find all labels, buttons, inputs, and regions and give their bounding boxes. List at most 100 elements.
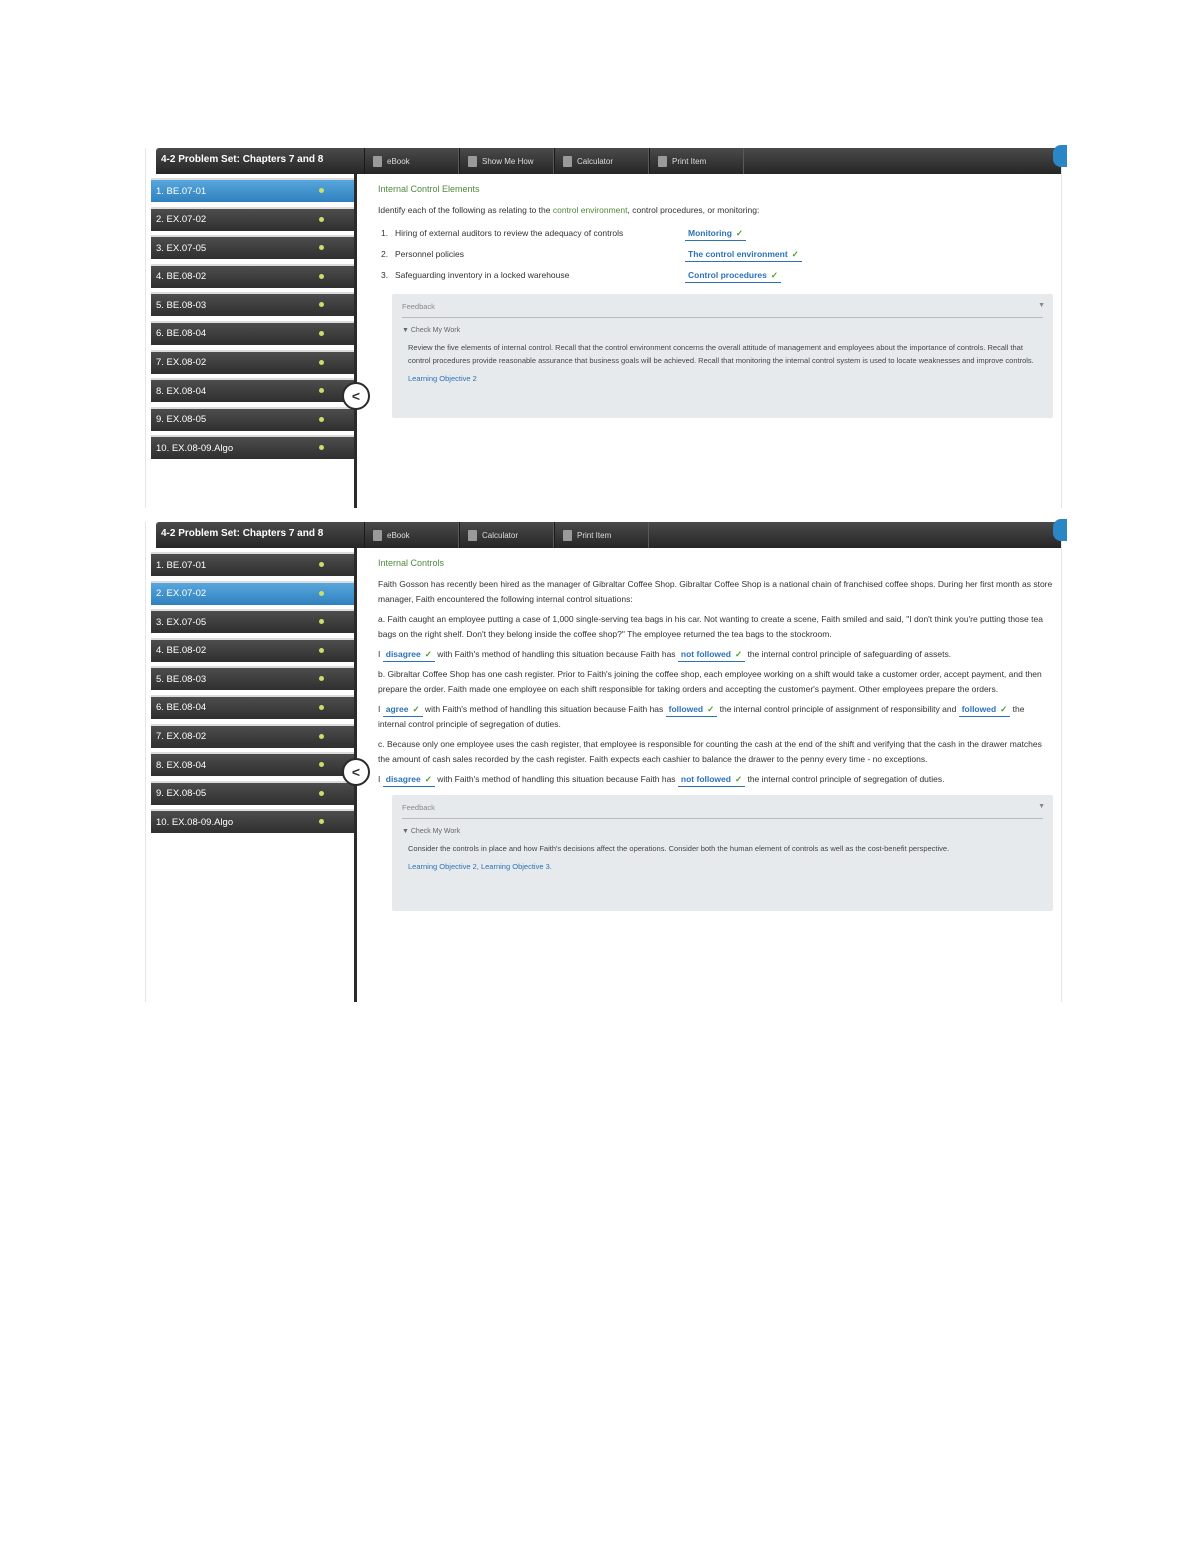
checkmark-icon: ✓ bbox=[791, 248, 799, 259]
checkmark-icon: ✓ bbox=[734, 649, 743, 659]
status-dot-icon bbox=[319, 388, 324, 394]
status-dot-icon bbox=[319, 562, 324, 567]
question-list-item[interactable]: 10. EX.08-09.Algo bbox=[151, 809, 356, 834]
question-label: 5. BE.08-03 bbox=[156, 299, 207, 311]
print-item-button[interactable]: Print Item bbox=[554, 522, 649, 548]
question-label: 4. BE.08-02 bbox=[156, 271, 207, 283]
question-label: 7. EX.08-02 bbox=[156, 731, 207, 743]
situation-a-answer: I disagree ✓ with Faith's method of handl… bbox=[378, 647, 1053, 662]
question-content: Internal Control Elements Identify each … bbox=[378, 182, 1053, 418]
agree-dropdown[interactable]: disagree ✓ bbox=[382, 648, 435, 662]
question-list-item[interactable]: 6. BE.08-04 bbox=[151, 694, 356, 719]
question-list-item[interactable]: 8. EX.08-04 bbox=[151, 378, 356, 403]
question-label: 10. EX.08-09.Algo bbox=[156, 442, 234, 454]
question-label: 6. BE.08-04 bbox=[156, 328, 207, 340]
question-list-item[interactable]: 4. BE.08-02 bbox=[151, 637, 356, 662]
question-list-item[interactable]: 3. EX.07-05 bbox=[151, 609, 356, 634]
checkmark-icon: ✓ bbox=[424, 774, 432, 784]
status-dot-icon bbox=[319, 790, 324, 796]
answer-dropdown[interactable]: The control environment ✓ bbox=[685, 248, 802, 262]
chevron-left-icon: < bbox=[351, 764, 361, 780]
question-list-item[interactable]: 10. EX.08-09.Algo bbox=[151, 435, 356, 460]
checkmark-icon: ✓ bbox=[1000, 704, 1008, 714]
situation-b-answer: I agree ✓ with Faith's method of handling… bbox=[378, 703, 1025, 729]
collapse-sidebar-button[interactable]: < bbox=[342, 758, 370, 786]
followed-dropdown[interactable]: followed ✓ bbox=[958, 703, 1011, 717]
learning-objective-link[interactable]: Learning Objective 2 bbox=[408, 372, 1043, 385]
help-icon[interactable] bbox=[1053, 145, 1067, 167]
question-label: 4. BE.08-02 bbox=[156, 645, 207, 657]
checkmark-icon: ✓ bbox=[734, 774, 743, 784]
agree-dropdown[interactable]: agree ✓ bbox=[382, 703, 423, 717]
question-list: 1. BE.07-01 2. EX.07-02 3. EX.07-05 4. BE.0… bbox=[151, 552, 356, 838]
ebook-button[interactable]: eBook bbox=[364, 148, 459, 174]
collapse-arrow-icon[interactable]: ▼ bbox=[1038, 299, 1045, 312]
question-list-item[interactable]: 1. BE.07-01 bbox=[151, 178, 356, 202]
problem-set-title: 4-2 Problem Set: Chapters 7 and 8 bbox=[161, 154, 324, 165]
question-list-item[interactable]: 3. EX.07-05 bbox=[151, 235, 356, 260]
collapse-arrow-icon[interactable]: ▼ bbox=[1038, 800, 1045, 813]
question-list-item[interactable]: 2. EX.07-02 bbox=[151, 206, 356, 231]
followed-dropdown[interactable]: followed ✓ bbox=[665, 703, 718, 717]
question-list-item[interactable]: 7. EX.08-02 bbox=[151, 349, 356, 374]
question-row: 2. Personnel policies The control enviro… bbox=[378, 244, 1053, 265]
followed-dropdown[interactable]: not followed ✓ bbox=[677, 773, 746, 787]
followed-dropdown[interactable]: not followed ✓ bbox=[677, 648, 746, 662]
book-icon bbox=[373, 529, 382, 541]
question-list-item[interactable]: 7. EX.08-02 bbox=[151, 723, 356, 748]
screenshot-question-2: 4-2 Problem Set: Chapters 7 and 8 eBook … bbox=[145, 519, 1067, 1002]
feedback-title: Feedback bbox=[402, 302, 435, 311]
answer-dropdown[interactable]: Control procedures ✓ bbox=[685, 269, 781, 283]
question-label: 8. EX.08-04 bbox=[156, 759, 207, 771]
question-label: 9. EX.08-05 bbox=[156, 788, 207, 800]
ebook-button[interactable]: eBook bbox=[364, 522, 459, 548]
help-icon[interactable] bbox=[1053, 519, 1067, 541]
question-list-item[interactable]: 9. EX.08-05 bbox=[151, 780, 356, 805]
answer-dropdown[interactable]: Monitoring ✓ bbox=[685, 227, 747, 241]
tool-list: eBook Show Me How Calculator Print Item bbox=[364, 148, 744, 174]
section-title: Internal Controls bbox=[378, 558, 445, 568]
screenshot-question-1: 4-2 Problem Set: Chapters 7 and 8 eBook … bbox=[145, 145, 1067, 508]
situation-a-text: a. Faith caught an employee putting a ca… bbox=[378, 614, 1043, 639]
status-dot-icon bbox=[319, 273, 324, 279]
calculator-button[interactable]: Calculator bbox=[554, 148, 649, 174]
feedback-panel: Feedback ▼ ▼ Check My Work Consider the … bbox=[392, 795, 1053, 911]
status-dot-icon bbox=[319, 762, 324, 768]
question-label: 3. EX.07-05 bbox=[156, 616, 207, 628]
status-dot-icon bbox=[319, 590, 324, 596]
agree-dropdown[interactable]: disagree ✓ bbox=[382, 773, 435, 787]
question-label: 1. BE.07-01 bbox=[156, 559, 207, 571]
top-toolbar: 4-2 Problem Set: Chapters 7 and 8 eBook … bbox=[156, 519, 1067, 548]
question-content: Internal Controls Faith Gosson has recen… bbox=[378, 556, 1053, 911]
question-label: 8. EX.08-04 bbox=[156, 385, 207, 397]
learning-objective-link[interactable]: Learning Objective 2, Learning Objective… bbox=[408, 860, 1043, 873]
show-me-how-button[interactable]: Show Me How bbox=[459, 148, 554, 174]
question-list-item[interactable]: 2. EX.07-02 bbox=[151, 580, 356, 605]
question-list-item[interactable]: 4. BE.08-02 bbox=[151, 263, 356, 288]
situation-b-text: b. Gibraltar Coffee Shop has one cash re… bbox=[378, 669, 1042, 694]
status-dot-icon bbox=[319, 416, 324, 422]
feedback-divider bbox=[402, 317, 1043, 318]
print-icon bbox=[658, 155, 667, 167]
question-list-item[interactable]: 6. BE.08-04 bbox=[151, 320, 356, 345]
check-my-work-label[interactable]: ▼ Check My Work bbox=[402, 825, 1043, 838]
question-list-item[interactable]: 9. EX.08-05 bbox=[151, 406, 356, 431]
feedback-body: Consider the controls in place and how F… bbox=[408, 844, 950, 853]
status-dot-icon bbox=[319, 647, 324, 653]
status-dot-icon bbox=[319, 819, 324, 825]
feedback-panel: Feedback ▼ ▼ Check My Work Review the fi… bbox=[392, 294, 1053, 418]
question-list-item[interactable]: 5. BE.08-03 bbox=[151, 666, 356, 691]
question-label: 6. BE.08-04 bbox=[156, 702, 207, 714]
situation-c-answer: I disagree ✓ with Faith's method of handl… bbox=[378, 772, 1053, 787]
print-item-button[interactable]: Print Item bbox=[649, 148, 744, 174]
question-list-item[interactable]: 1. BE.07-01 bbox=[151, 552, 356, 576]
sidebar-divider bbox=[354, 174, 357, 508]
collapse-sidebar-button[interactable]: < bbox=[342, 382, 370, 410]
check-my-work-label[interactable]: ▼ Check My Work bbox=[402, 324, 1043, 337]
question-list-item[interactable]: 5. BE.08-03 bbox=[151, 292, 356, 317]
status-dot-icon bbox=[319, 302, 324, 308]
calculator-button[interactable]: Calculator bbox=[459, 522, 554, 548]
glossary-link[interactable]: control environment bbox=[553, 205, 628, 215]
question-list-item[interactable]: 8. EX.08-04 bbox=[151, 752, 356, 777]
checkmark-icon: ✓ bbox=[770, 269, 778, 280]
